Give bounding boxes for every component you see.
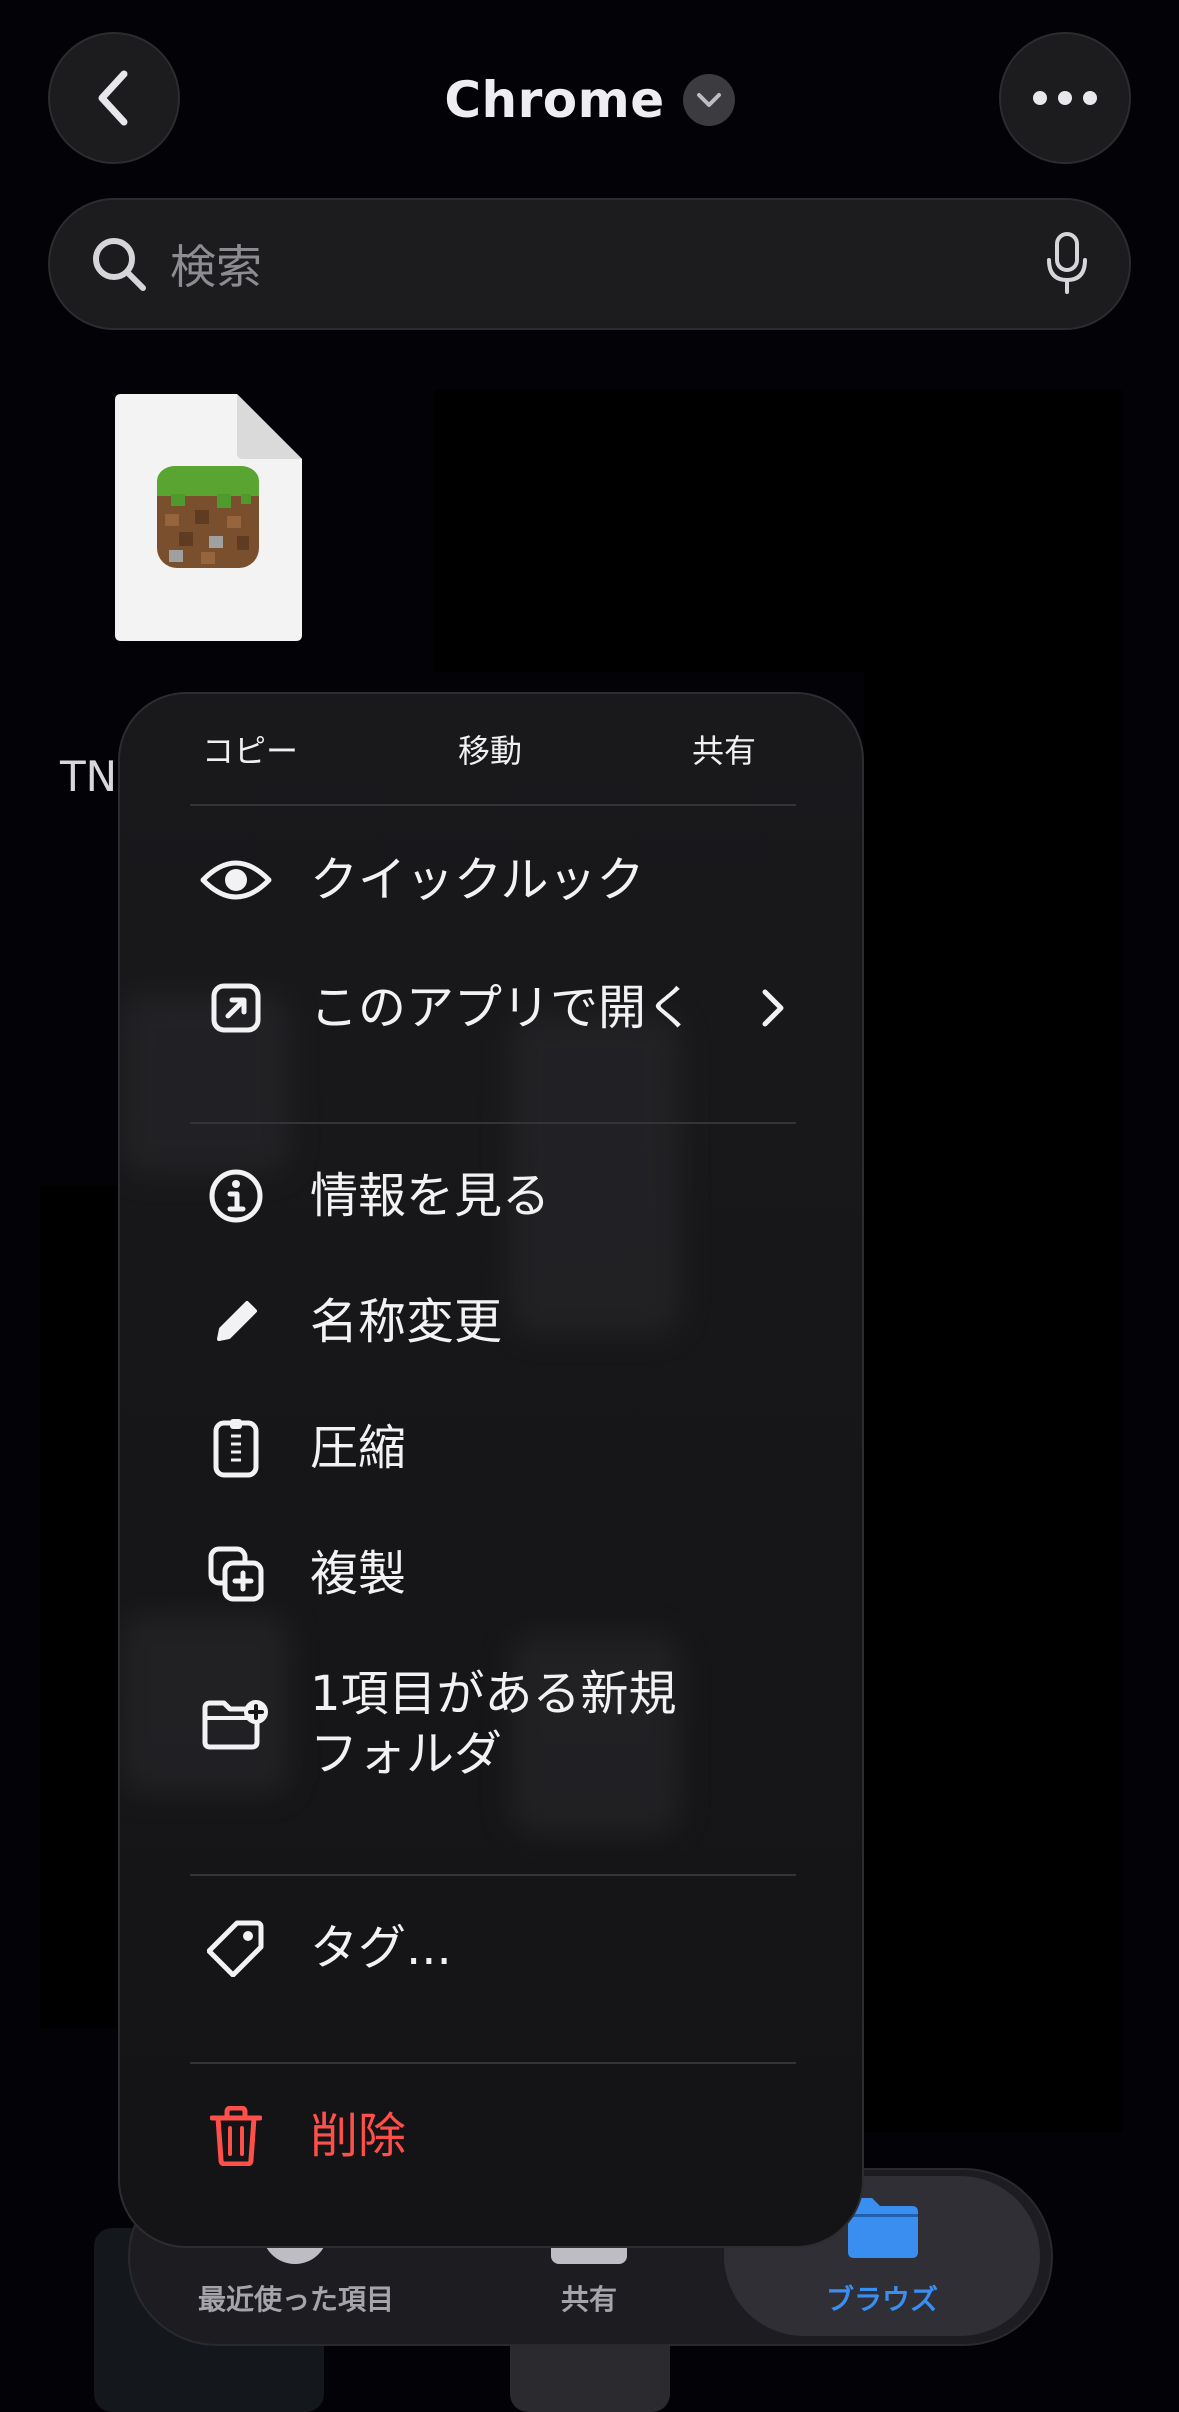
redacted-area (864, 672, 1122, 2132)
menu-item-label: 情報を見る (310, 1168, 551, 1224)
menu-item-duplicate[interactable]: 複製 (120, 1514, 862, 1634)
page-title: Chrome (444, 71, 665, 129)
menu-divider (190, 1874, 796, 1876)
file-name[interactable]: TN (60, 752, 117, 801)
menu-item-open-with[interactable]: このアプリで開く (120, 948, 862, 1068)
tab-recents[interactable]: 最近使った項目 (170, 2278, 422, 2318)
menu-item-label: このアプリで開く (310, 980, 695, 1036)
menu-top-actions: コピー 移動 共有 (120, 694, 862, 802)
tab-browse[interactable]: ブラウズ (792, 2278, 972, 2318)
search-placeholder: 検索 (170, 240, 262, 294)
redacted-area (40, 1186, 118, 2028)
more-button[interactable] (999, 32, 1131, 164)
magnifier-icon (93, 238, 146, 291)
menu-divider (190, 804, 796, 806)
menu-item-label: クイックルック (310, 852, 645, 908)
menu-item-new-folder-with-item[interactable]: 1項目がある新規 フォルダ (120, 1640, 862, 1808)
zip-archive-icon (200, 1412, 272, 1484)
menu-item-rename[interactable]: 名称変更 (120, 1262, 862, 1382)
microphone-icon[interactable] (1045, 232, 1089, 296)
copy-action[interactable]: コピー (180, 726, 320, 772)
menu-item-label-line1: 1項目がある新規 (310, 1666, 677, 1722)
menu-item-label-line2: フォルダ (310, 1726, 503, 1782)
menu-item-quick-look[interactable]: クイックルック (120, 820, 862, 940)
pencil-icon (200, 1286, 272, 1358)
menu-item-get-info[interactable]: 情報を見る (120, 1136, 862, 1256)
menu-divider (190, 2062, 796, 2064)
info-circle-icon (200, 1160, 272, 1232)
menu-item-label: 圧縮 (310, 1420, 407, 1476)
tag-icon (200, 1912, 272, 1984)
menu-item-tags[interactable]: タグ... (120, 1888, 862, 2008)
share-action[interactable]: 共有 (654, 726, 794, 772)
menu-item-label: 名称変更 (310, 1294, 503, 1350)
menu-item-label: 削除 (310, 2108, 407, 2164)
minecraft-grass-block-icon (115, 394, 302, 641)
folder-plus-icon (200, 1688, 272, 1760)
menu-item-label: 1項目がある新規 フォルダ (310, 1664, 677, 1784)
chevron-down-icon (682, 74, 735, 126)
eye-icon (200, 844, 272, 916)
context-menu: コピー 移動 共有 クイックルック このアプリで開く 情報を見る 名称変更 圧縮… (118, 692, 864, 2248)
menu-item-compress[interactable]: 圧縮 (120, 1388, 862, 1508)
trash-icon (200, 2100, 272, 2172)
menu-divider (190, 1122, 796, 1124)
menu-item-label: 複製 (310, 1546, 407, 1602)
duplicate-icon (200, 1538, 272, 1610)
menu-item-delete[interactable]: 削除 (120, 2076, 862, 2196)
open-external-icon (200, 972, 272, 1044)
redacted-area (434, 390, 1122, 672)
search-field[interactable]: 検索 (48, 198, 1131, 330)
file-item[interactable] (115, 394, 302, 641)
files-app-screen: Chrome 検索 TN 最近使った項目 共有 ブラウズ コピー 移動 共有 ク… (0, 0, 1179, 2412)
tab-shared[interactable]: 共有 (520, 2278, 658, 2318)
chevron-right-icon (762, 989, 784, 1027)
move-action[interactable]: 移動 (420, 726, 560, 772)
menu-item-label: タグ... (310, 1920, 452, 1976)
ellipsis-icon (1033, 91, 1097, 105)
